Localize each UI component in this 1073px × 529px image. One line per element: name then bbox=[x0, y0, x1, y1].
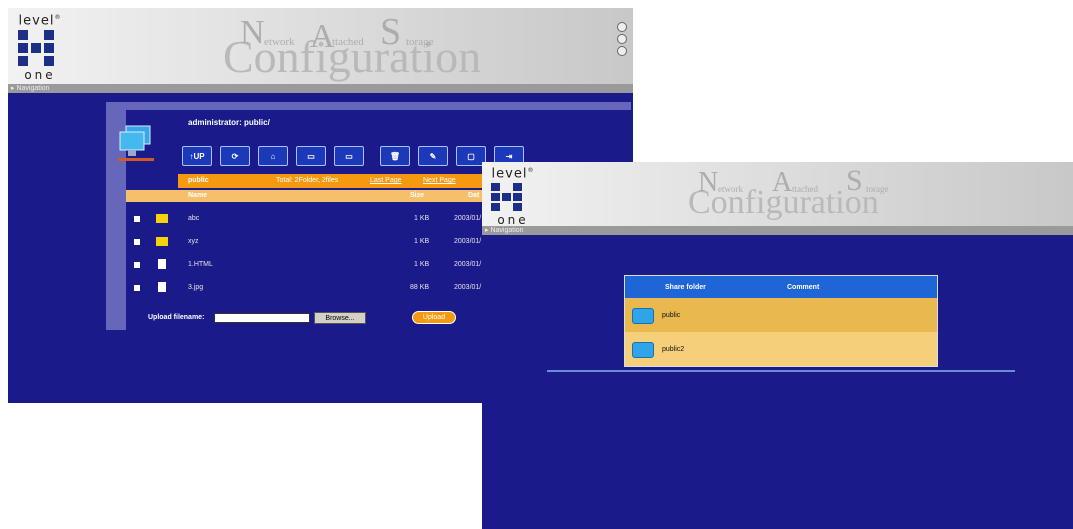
new-folder-icon[interactable]: ▭ bbox=[296, 146, 326, 166]
share-folder-table: Share folder Comment public public2 bbox=[624, 275, 938, 367]
share-row[interactable]: public2 bbox=[625, 332, 937, 366]
current-path: administrator: public/ bbox=[188, 118, 270, 127]
edit-icon[interactable]: ✎ bbox=[418, 146, 448, 166]
header-banner: level® one Configuration N etwork A ttac… bbox=[482, 162, 1073, 226]
status-total: Total: 2Folder, 2files bbox=[276, 177, 339, 184]
rename-icon[interactable]: ▭ bbox=[334, 146, 364, 166]
acro-n-word: etwork bbox=[718, 184, 743, 194]
levelone-logo: level® one bbox=[18, 13, 62, 83]
levelone-logo: level® one bbox=[491, 166, 535, 228]
last-page-link[interactable]: Last Page bbox=[370, 177, 402, 184]
nav-bar[interactable]: ▸ Navigation bbox=[8, 84, 633, 93]
acro-n: N bbox=[698, 167, 719, 198]
up-button[interactable]: ↑UP bbox=[182, 146, 212, 166]
acro-n-word: etwork bbox=[264, 36, 295, 48]
share-folder-window: level® one Configuration N etwork A ttac… bbox=[482, 162, 1073, 529]
home-icon[interactable]: ⌂ bbox=[258, 146, 288, 166]
upload-filename-input[interactable] bbox=[214, 313, 310, 323]
document-icon bbox=[158, 259, 166, 269]
document-icon bbox=[158, 282, 166, 292]
upload-label: Upload filename: bbox=[148, 314, 205, 321]
refresh-icon[interactable]: ⟳ bbox=[220, 146, 250, 166]
divider-line bbox=[547, 370, 1015, 372]
acro-a-word: ttached bbox=[332, 36, 364, 48]
nav-bar[interactable]: ▸ Navigation bbox=[482, 226, 1073, 235]
acro-s: S bbox=[846, 164, 863, 197]
folder-icon bbox=[156, 214, 168, 223]
acro-n: N bbox=[240, 14, 265, 51]
row-checkbox[interactable] bbox=[134, 285, 140, 291]
row-checkbox[interactable] bbox=[134, 239, 140, 245]
acro-a: A bbox=[310, 18, 335, 55]
shared-folder-icon bbox=[632, 308, 654, 324]
acro-a-word: ttached bbox=[792, 184, 818, 194]
share-row[interactable]: public bbox=[625, 298, 937, 332]
next-page-link[interactable]: Next Page bbox=[423, 177, 456, 184]
acro-s: S bbox=[380, 11, 402, 53]
header-banner: level® one Configuration N etwork A ttac… bbox=[8, 8, 633, 84]
acro-a: A bbox=[772, 167, 793, 198]
acro-s-word: torage bbox=[406, 36, 434, 48]
acro-s-word: torage bbox=[866, 184, 889, 194]
window-controls[interactable] bbox=[617, 22, 627, 58]
delete-icon[interactable]: 🗑 bbox=[380, 146, 410, 166]
browse-button[interactable]: Browse... bbox=[314, 312, 366, 324]
folder-icon bbox=[156, 237, 168, 246]
computer-icon bbox=[118, 125, 154, 161]
row-checkbox[interactable] bbox=[134, 216, 140, 222]
status-folder: public bbox=[188, 177, 209, 184]
shared-folder-icon bbox=[632, 342, 654, 358]
row-checkbox[interactable] bbox=[134, 262, 140, 268]
upload-button[interactable]: Upload bbox=[412, 311, 456, 324]
share-table-header: Share folder Comment bbox=[625, 276, 937, 298]
